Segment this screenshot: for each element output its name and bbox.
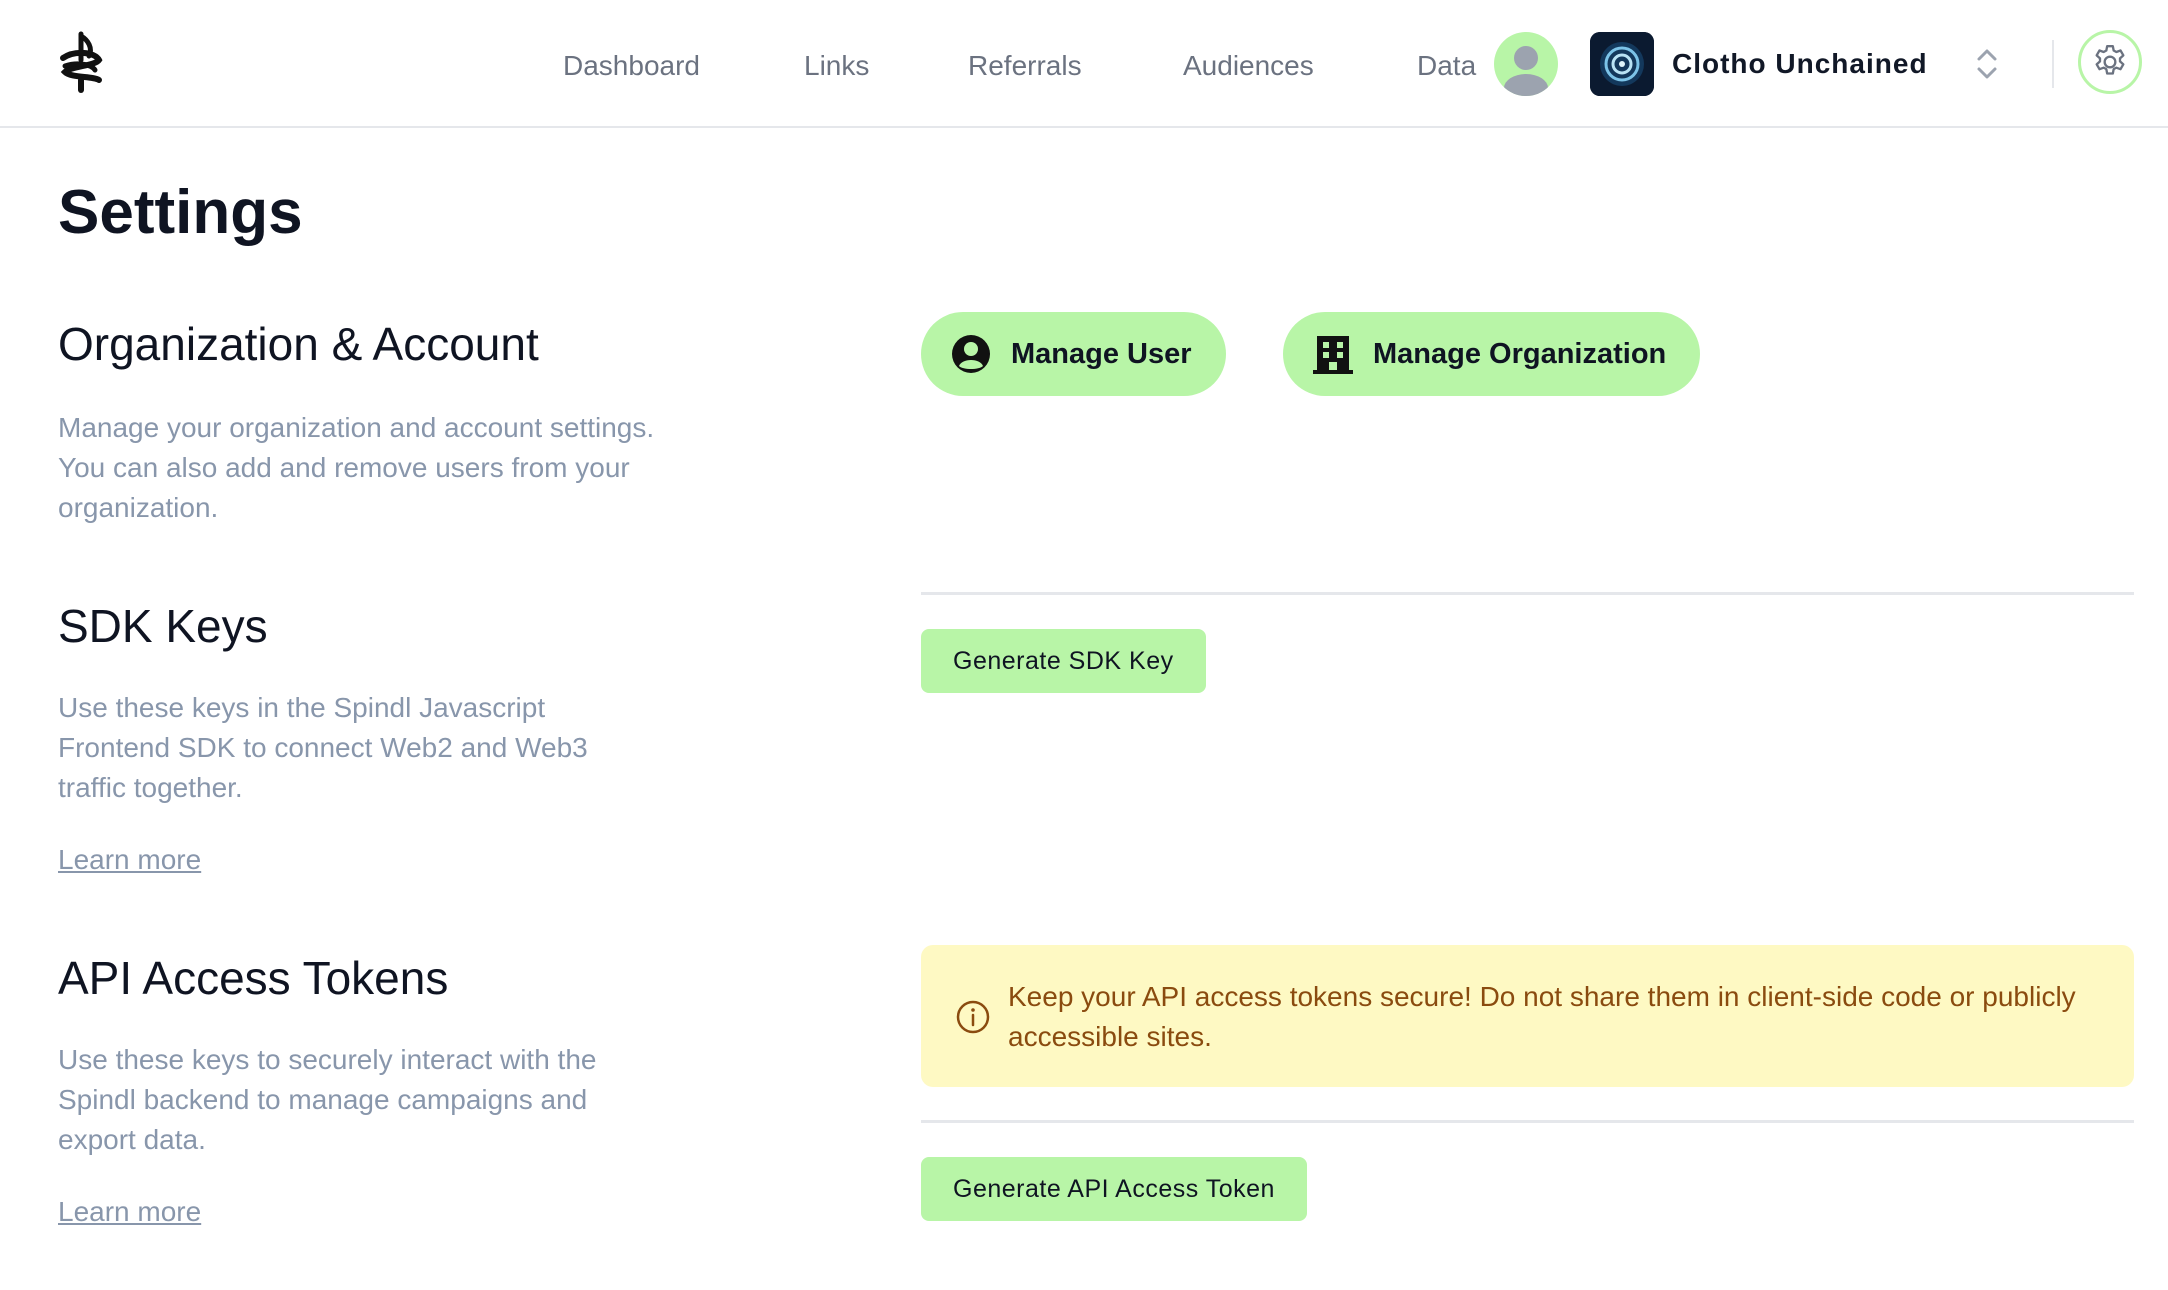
security-alert-text: Keep your API access tokens secure! Do n… <box>1008 981 2076 1052</box>
nav-dashboard[interactable]: Dashboard <box>563 48 700 84</box>
api-learn-more-link[interactable]: Learn more <box>58 1194 201 1230</box>
user-avatar[interactable] <box>1494 32 1558 96</box>
nav-referrals[interactable]: Referrals <box>968 48 1082 84</box>
building-icon <box>1313 334 1353 374</box>
section-divider <box>921 1120 2134 1123</box>
org-name[interactable]: Clotho Unchained <box>1672 46 1928 82</box>
manage-user-button[interactable]: Manage User <box>921 312 1226 396</box>
chevron-up-down-icon[interactable] <box>1974 44 2000 84</box>
info-icon <box>956 1000 990 1034</box>
top-navigation-bar: Dashboard Links Referrals Audiences Data… <box>0 0 2168 128</box>
generate-api-token-button[interactable]: Generate API Access Token <box>921 1157 1307 1221</box>
section-title-sdk-keys: SDK Keys <box>58 600 268 652</box>
settings-button[interactable] <box>2078 30 2142 94</box>
section-title-organization: Organization & Account <box>58 318 539 370</box>
generate-sdk-key-button[interactable]: Generate SDK Key <box>921 629 1206 693</box>
gear-icon <box>2095 45 2125 75</box>
nav-links[interactable]: Links <box>804 48 869 84</box>
header-divider <box>2052 40 2054 88</box>
sdk-learn-more-link[interactable]: Learn more <box>58 842 201 878</box>
manage-organization-button[interactable]: Manage Organization <box>1283 312 1701 396</box>
section-divider <box>921 592 2134 595</box>
spindl-logo-icon[interactable] <box>55 30 107 94</box>
section-title-api-tokens: API Access Tokens <box>58 952 449 1004</box>
org-logo[interactable] <box>1590 32 1654 96</box>
nav-data[interactable]: Data <box>1417 48 1476 84</box>
section-description-api-tokens: Use these keys to securely interact with… <box>58 1044 597 1155</box>
section-description-organization: Manage your organization and account set… <box>58 412 655 523</box>
nav-audiences[interactable]: Audiences <box>1183 48 1314 84</box>
section-description-sdk-keys: Use these keys in the Spindl Javascript … <box>58 692 588 803</box>
org-logo-icon <box>1590 32 1654 96</box>
manage-organization-label: Manage Organization <box>1373 337 1667 370</box>
user-avatar-icon <box>1504 46 1548 96</box>
user-circle-icon <box>951 334 991 374</box>
page-title: Settings <box>58 178 303 247</box>
security-alert: Keep your API access tokens secure! Do n… <box>921 945 2134 1087</box>
manage-user-label: Manage User <box>1011 337 1192 370</box>
